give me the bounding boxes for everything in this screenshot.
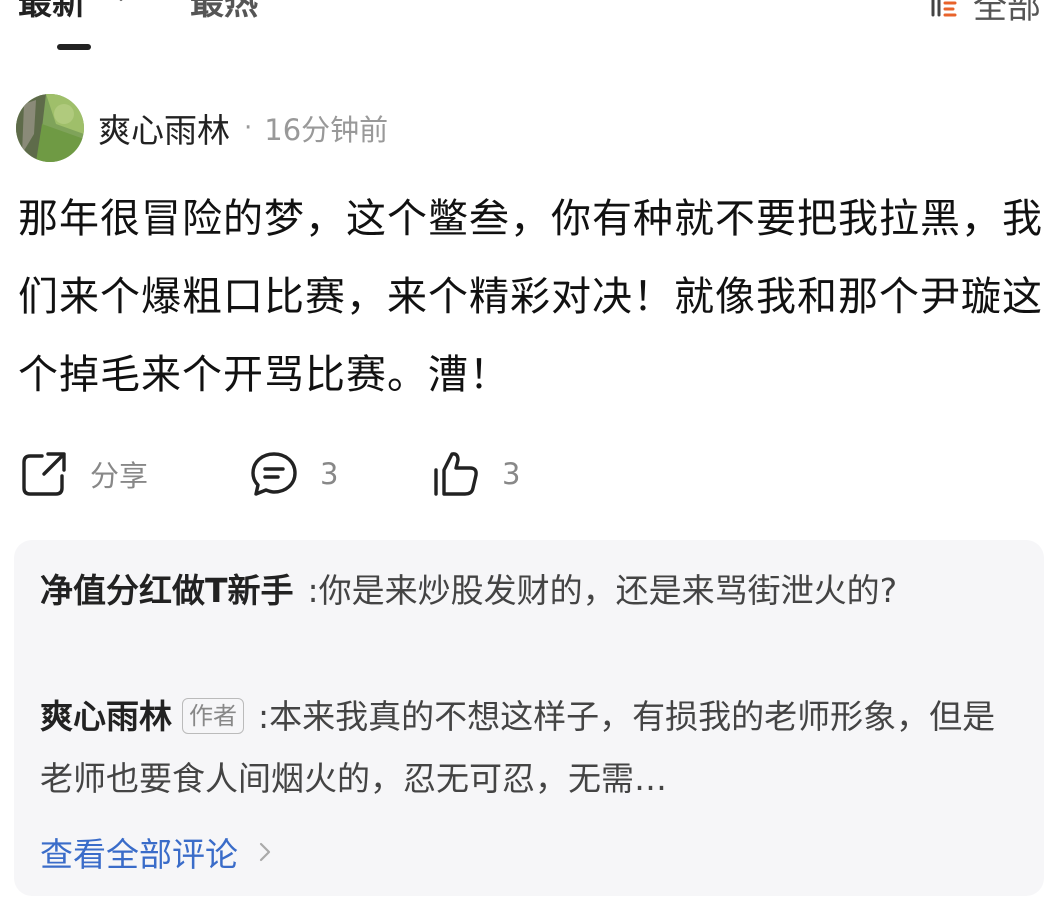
comment-separator: : <box>307 571 319 610</box>
filter-button[interactable]: 全部 <box>927 0 1041 28</box>
avatar[interactable] <box>16 94 84 162</box>
sort-tabs: 最新 最热 全部 <box>0 0 1059 50</box>
share-icon <box>22 452 66 496</box>
comment-item[interactable]: 净值分红做T新手:你是来炒股发财的，还是来骂街泄火的? <box>40 560 1020 622</box>
view-all-comments-label: 查看全部评论 <box>40 835 238 874</box>
filter-label: 全部 <box>973 0 1041 27</box>
like-icon <box>434 452 478 496</box>
share-button[interactable]: 分享 <box>18 444 148 504</box>
filter-icon <box>931 0 957 17</box>
comment-count: 3 <box>320 457 339 491</box>
view-all-comments-link[interactable]: 查看全部评论 <box>40 824 276 880</box>
comment-author[interactable]: 爽心雨林 <box>40 697 172 736</box>
author-badge: 作者 <box>182 698 244 734</box>
post-author-name[interactable]: 爽心雨林 <box>98 104 230 152</box>
post-author-line: 爽心雨林 · 16分钟前 <box>98 104 388 152</box>
tab-newest[interactable]: 最新 <box>18 0 86 28</box>
post-body[interactable]: 那年很冒险的梦，这个鳖叁，你有种就不要把我拉黑，我们来个爆粗口比赛，来个精彩对决… <box>18 180 1043 414</box>
comments-preview: 净值分红做T新手:你是来炒股发财的，还是来骂街泄火的? 爽心雨林 作者:本来我真的… <box>14 540 1044 896</box>
comment-separator: : <box>258 697 270 736</box>
comment-text: 你是来炒股发财的，还是来骂街泄火的? <box>318 571 898 610</box>
comment-author[interactable]: 净值分红做T新手 <box>40 571 294 610</box>
separator-dot: · <box>244 113 253 143</box>
chevron-right-icon <box>259 842 271 862</box>
tab-hot[interactable]: 最热 <box>190 0 258 28</box>
share-label: 分享 <box>90 459 149 493</box>
comment-button[interactable]: 3 <box>248 444 338 504</box>
comment-item[interactable]: 爽心雨林 作者:本来我真的不想这样子，有损我的老师形象，但是老师也要食人间烟火的，… <box>40 686 1020 810</box>
chevron-down-icon[interactable] <box>110 0 132 8</box>
like-count: 3 <box>502 457 521 491</box>
active-tab-indicator <box>57 44 91 50</box>
like-button[interactable]: 3 <box>430 444 520 504</box>
avatar-image <box>16 94 84 162</box>
comment-icon <box>251 452 297 496</box>
post-time: 16分钟前 <box>264 113 389 147</box>
post-actions: 分享 3 3 <box>18 444 618 504</box>
